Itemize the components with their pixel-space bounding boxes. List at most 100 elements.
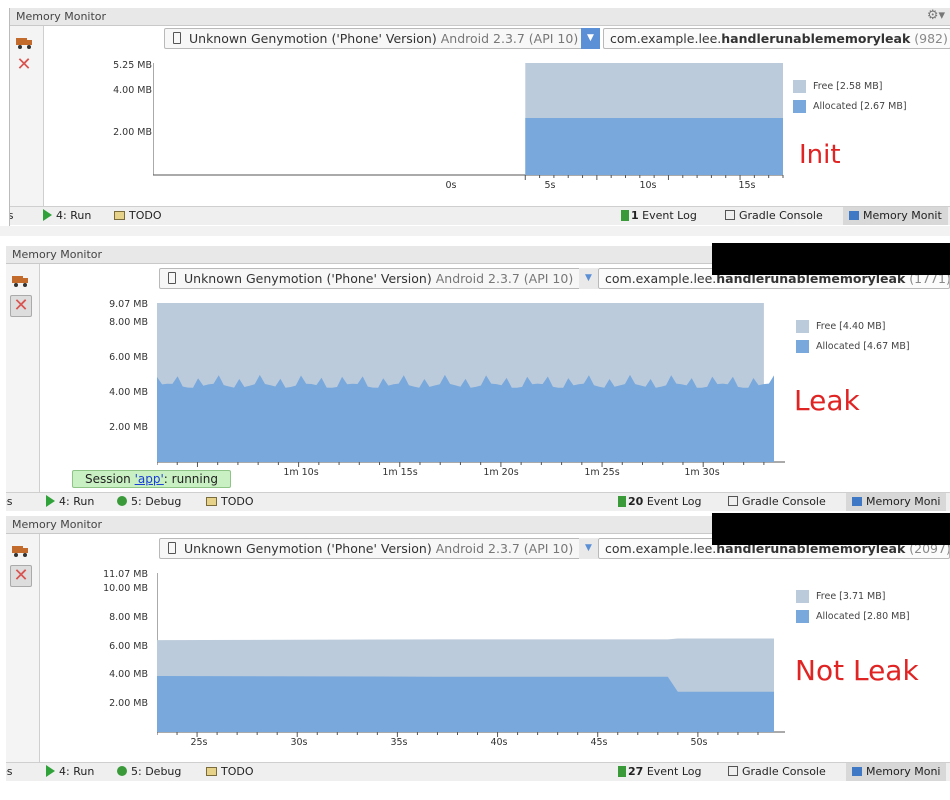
close-icon[interactable]: ✕ — [10, 295, 32, 317]
device-dropdown[interactable]: Unknown Genymotion ('Phone' Version) And… — [164, 28, 590, 49]
x-tick-label: 15s — [738, 180, 756, 191]
todo-tool-button[interactable]: TODO — [114, 207, 162, 225]
x-tick-label: 45s — [590, 737, 608, 748]
gradle-console-tool-button[interactable]: Gradle Console — [728, 493, 826, 511]
x-tick-label: 25s — [190, 737, 208, 748]
left-toolbar — [10, 26, 44, 206]
close-icon[interactable]: ✕ — [14, 55, 34, 75]
event-log-tool-button[interactable]: 1 Event Log — [621, 207, 697, 225]
x-tick-label: 1m 25s — [584, 467, 620, 478]
y-tick-label: 2.00 MB — [109, 698, 148, 709]
memory-monitor-tool-button[interactable]: Memory Monit — [843, 207, 948, 225]
y-tick-label: 9.07 MB — [109, 299, 148, 310]
legend-free-label: Free [3.71 MB] — [816, 591, 886, 602]
bug-icon — [117, 496, 127, 506]
y-tick-label: 4.00 MB — [109, 669, 148, 680]
memory-icon — [852, 767, 862, 776]
process-prefix: com.example.lee. — [605, 271, 717, 286]
todo-icon — [114, 211, 125, 220]
x-tick-label: 1m 15s — [382, 467, 418, 478]
run-tool-button[interactable]: 4: Run — [46, 493, 94, 511]
legend-allocated-label: Allocated [4.67 MB] — [816, 341, 910, 352]
todo-tool-button[interactable]: TODO — [206, 493, 254, 511]
process-pid: (982) — [914, 31, 948, 46]
run-tool-button[interactable]: 4: Run — [43, 207, 91, 225]
memory-icon — [849, 211, 859, 220]
device-api: Android 2.3.7 (API 10) — [435, 541, 574, 556]
memory-monitor-panel-leak: Memory Monitor ✕ Unknown Genymotion ('Ph… — [6, 246, 950, 514]
memory-chart-svg — [153, 63, 784, 180]
y-tick-label: 5.25 MB — [113, 60, 152, 71]
memory-monitor-panel-init: Memory Monitor ⚙▾ ✕ Unknown Genymotion (… — [9, 8, 950, 226]
device-api: Android 2.3.7 (API 10) — [435, 271, 574, 286]
todo-tool-button[interactable]: TODO — [206, 763, 254, 781]
annotation-label: Not Leak — [795, 654, 919, 687]
gc-truck-icon[interactable] — [15, 35, 35, 51]
debug-tool-button[interactable]: 5: Debug — [117, 493, 181, 511]
process-prefix: com.example.lee. — [605, 541, 717, 556]
gc-truck-icon[interactable] — [11, 543, 31, 559]
panel-title: Memory Monitor — [10, 8, 950, 26]
bottom-tool-strip: es 4: Run TODO 1 Event Log Gradle Consol… — [10, 206, 950, 225]
x-tick-label: 35s — [390, 737, 408, 748]
blurred-path-bar — [0, 226, 950, 236]
y-tick-label: 2.00 MB — [113, 127, 152, 138]
close-icon[interactable]: ✕ — [10, 565, 32, 587]
device-name: Unknown Genymotion ('Phone' Version) — [184, 271, 432, 286]
session-app-link[interactable]: 'app' — [135, 472, 164, 486]
gradle-console-tool-button[interactable]: Gradle Console — [728, 763, 826, 781]
redaction-box — [712, 513, 950, 545]
console-icon — [728, 766, 738, 776]
event-log-icon — [618, 496, 626, 507]
legend-free-swatch — [796, 590, 809, 603]
event-log-icon — [618, 766, 626, 777]
run-icon — [43, 209, 52, 221]
x-tick-label: 50s — [690, 737, 708, 748]
device-dropdown[interactable]: Unknown Genymotion ('Phone' Version) And… — [159, 268, 589, 289]
console-icon — [728, 496, 738, 506]
bug-icon — [117, 766, 127, 776]
y-tick-label: 8.00 MB — [109, 317, 148, 328]
debug-tool-button[interactable]: 5: Debug — [117, 763, 181, 781]
process-prefix: com.example.lee. — [610, 31, 722, 46]
annotation-label: Leak — [794, 384, 860, 417]
event-log-icon — [621, 210, 629, 221]
run-icon — [46, 765, 55, 777]
allocated-memory-area — [157, 374, 774, 462]
legend-allocated-swatch — [793, 100, 806, 113]
y-tick-label: 10.00 MB — [103, 583, 148, 594]
gc-truck-icon[interactable] — [11, 273, 31, 289]
device-dropdown[interactable]: Unknown Genymotion ('Phone' Version) And… — [159, 538, 589, 559]
legend-free-label: Free [4.40 MB] — [816, 321, 886, 332]
y-tick-label: 4.00 MB — [113, 85, 152, 96]
todo-icon — [206, 767, 217, 776]
chevron-down-icon[interactable]: ▼ — [581, 28, 600, 49]
chevron-down-icon[interactable]: ▼ — [579, 268, 598, 289]
y-tick-label: 8.00 MB — [109, 612, 148, 623]
bottom-tool-strip: es 4: Run 5: Debug TODO 27 Event Log Gra… — [6, 762, 950, 781]
y-tick-label: 6.00 MB — [109, 641, 148, 652]
run-tool-button[interactable]: 4: Run — [46, 763, 94, 781]
legend-free-label: Free [2.58 MB] — [813, 81, 883, 92]
annotation-label: Init — [799, 140, 841, 170]
memory-chart-svg — [157, 303, 785, 467]
gradle-console-tool-button[interactable]: Gradle Console — [725, 207, 823, 225]
chevron-down-icon[interactable]: ▼ — [579, 538, 598, 559]
event-log-tool-button[interactable]: 27 Event Log — [618, 763, 701, 781]
event-log-tool-button[interactable]: 20 Event Log — [618, 493, 701, 511]
y-tick-label: 11.07 MB — [103, 569, 148, 580]
session-status-tooltip: Session 'app': running — [72, 470, 231, 488]
device-name: Unknown Genymotion ('Phone' Version) — [184, 541, 432, 556]
process-dropdown[interactable]: com.example.lee.handlerunablememoryleak … — [603, 28, 950, 49]
memory-monitor-tool-button[interactable]: Memory Moni — [846, 493, 947, 511]
redaction-box — [712, 243, 950, 275]
x-tick-label: 1m 30s — [684, 467, 720, 478]
run-icon — [46, 495, 55, 507]
memory-monitor-tool-button[interactable]: Memory Moni — [846, 763, 947, 781]
x-tick-label: 1m 20s — [483, 467, 519, 478]
memory-icon — [852, 497, 862, 506]
gear-icon[interactable]: ⚙▾ — [927, 8, 945, 23]
x-tick-label: 10s — [639, 180, 657, 191]
legend-allocated-label: Allocated [2.67 MB] — [813, 101, 907, 112]
memory-chart-svg — [157, 573, 785, 737]
